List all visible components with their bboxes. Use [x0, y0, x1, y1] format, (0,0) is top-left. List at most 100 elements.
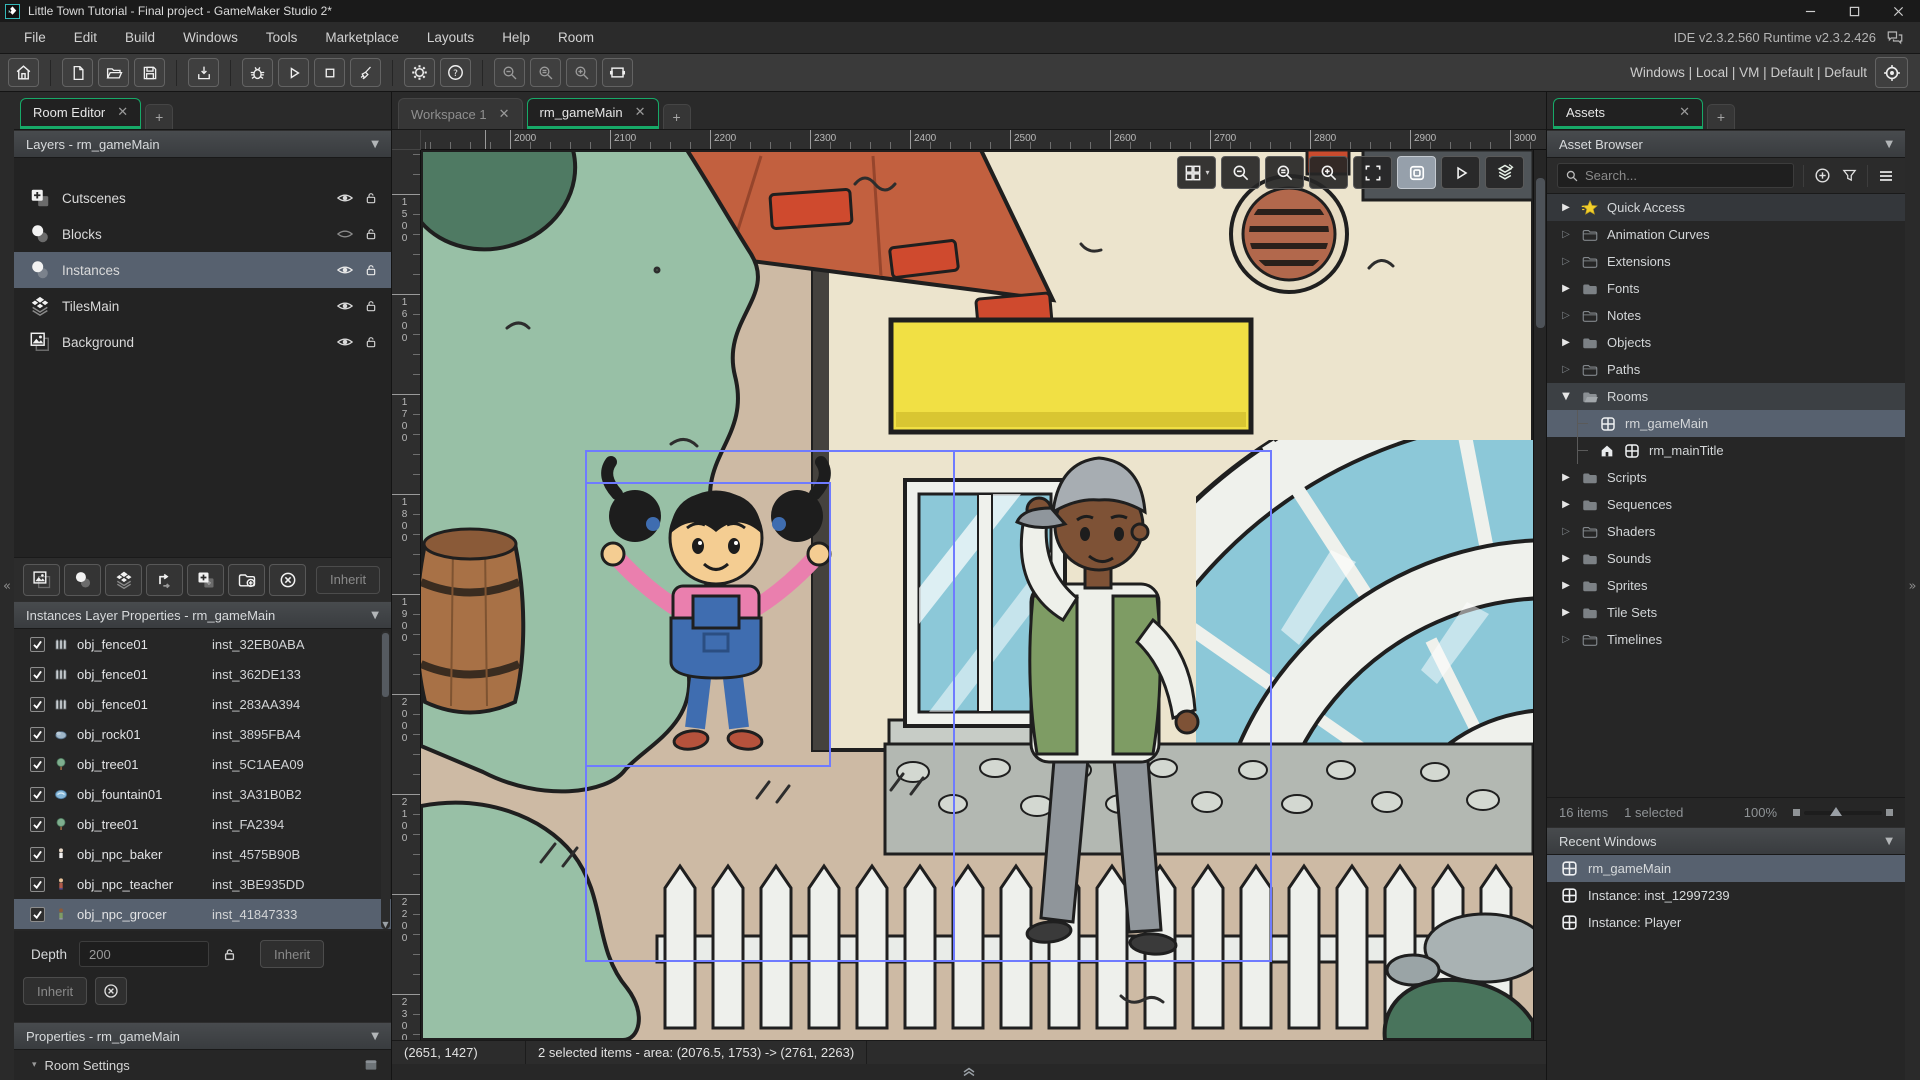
eye-icon[interactable]	[336, 333, 354, 351]
slider-track[interactable]	[1804, 806, 1882, 816]
scrollbar-down-arrow[interactable]: ▼	[381, 920, 390, 929]
menu-marketplace[interactable]: Marketplace	[311, 22, 413, 53]
run-button[interactable]	[278, 58, 309, 87]
instance-visible-checkbox[interactable]	[30, 876, 45, 892]
instance-row[interactable]: obj_fence01 inst_32EB0ABA	[14, 629, 391, 659]
close-tab-icon[interactable]: ✕	[117, 105, 128, 120]
asset-browser-header[interactable]: Asset Browser ▼	[1547, 130, 1905, 158]
expand-arrow-icon[interactable]: ▾	[32, 1060, 37, 1070]
menu-help[interactable]: Help	[488, 22, 544, 53]
bottom-panel-expander[interactable]	[392, 1064, 1546, 1080]
expand-arrow-icon[interactable]: ▶	[1559, 472, 1573, 483]
recent-windows-header[interactable]: Recent Windows ▼	[1547, 827, 1905, 855]
instance-row[interactable]: obj_tree01 inst_FA2394	[14, 809, 391, 839]
zoom-out-icon[interactable]	[494, 58, 525, 87]
layer-row-cutscenes[interactable]: Cutscenes	[14, 180, 391, 216]
menu-edit[interactable]: Edit	[60, 22, 111, 53]
maximize-button[interactable]	[1832, 0, 1876, 22]
layer-inherit-button[interactable]: Inherit	[316, 565, 381, 594]
menu-file[interactable]: File	[10, 22, 60, 53]
instance-row[interactable]: obj_fountain01 inst_3A31B0B2	[14, 779, 391, 809]
layer-row-blocks[interactable]: Blocks	[14, 216, 391, 252]
tree-item-paths[interactable]: ▷ Paths	[1547, 356, 1905, 383]
tree-item-tile-sets[interactable]: ▶ Tile Sets	[1547, 599, 1905, 626]
debug-button[interactable]	[242, 58, 273, 87]
search-box[interactable]	[1557, 163, 1794, 188]
depth-inherit-button[interactable]: Inherit	[260, 940, 325, 968]
expand-arrow-icon[interactable]: ▶	[1559, 580, 1573, 591]
search-input[interactable]	[1585, 168, 1786, 183]
minimize-button[interactable]	[1788, 0, 1832, 22]
canvas-zoom-reset-button[interactable]	[1265, 156, 1304, 189]
tile-stamp-button[interactable]	[1485, 156, 1524, 189]
tab-room-editor[interactable]: Room Editor ✕	[20, 98, 142, 129]
add-path-layer-button[interactable]	[146, 563, 183, 596]
tree-item-objects[interactable]: ▶ Objects	[1547, 329, 1905, 356]
layer-row-tilesmain[interactable]: TilesMain	[14, 288, 391, 324]
close-tab-icon[interactable]: ✕	[635, 105, 646, 120]
expand-arrow-icon[interactable]: ▷	[1559, 229, 1573, 240]
tab-assets[interactable]: Assets ✕	[1553, 98, 1703, 129]
target-icon[interactable]	[1875, 57, 1908, 88]
eye-icon[interactable]	[336, 261, 354, 279]
help-button[interactable]: ?	[440, 58, 471, 87]
asset-zoom-slider[interactable]	[1793, 806, 1893, 816]
layers-header[interactable]: Layers - rm_gameMain ▼	[14, 130, 391, 158]
instance-visible-checkbox[interactable]	[30, 636, 45, 652]
zoom-reset-icon[interactable]	[530, 58, 561, 87]
tab-rm-gamemain[interactable]: rm_gameMain ✕	[526, 98, 659, 129]
home-button[interactable]	[8, 58, 39, 87]
canvas-vertical-scrollbar[interactable]	[1533, 150, 1546, 1040]
add-tab-button[interactable]: +	[145, 104, 174, 129]
add-background-layer-button[interactable]	[23, 563, 60, 596]
instance-row-selected[interactable]: obj_npc_grocer inst_41847333	[14, 899, 391, 929]
instance-row[interactable]: obj_npc_baker inst_4575B90B	[14, 839, 391, 869]
expand-arrow-icon[interactable]: ▷	[1559, 364, 1573, 375]
collapse-arrow-icon[interactable]: ▼	[1559, 391, 1573, 402]
tree-item-sounds[interactable]: ▶ Sounds	[1547, 545, 1905, 572]
slider-max-cap[interactable]	[1886, 809, 1893, 816]
scrollbar-thumb[interactable]	[1536, 178, 1545, 328]
collapse-right-icon[interactable]: »	[1909, 579, 1917, 594]
tree-item-rooms[interactable]: ▼ Rooms	[1547, 383, 1905, 410]
room-properties-header[interactable]: Properties - rm_gameMain ▼	[14, 1022, 391, 1050]
layer-row-background[interactable]: Background	[14, 324, 391, 360]
instances-properties-header[interactable]: Instances Layer Properties - rm_gameMain…	[14, 601, 391, 629]
inherit-button[interactable]: Inherit	[23, 977, 88, 1005]
expand-arrow-icon[interactable]: ▶	[1559, 607, 1573, 618]
target-text[interactable]: Windows | Local | VM | Default | Default	[1630, 65, 1867, 80]
slider-min-cap[interactable]	[1793, 809, 1800, 816]
tree-item-shaders[interactable]: ▷ Shaders	[1547, 518, 1905, 545]
instance-visible-checkbox[interactable]	[30, 906, 45, 922]
add-tile-layer-button[interactable]	[105, 563, 142, 596]
scene-cobbles[interactable]	[883, 742, 1533, 856]
stop-button[interactable]	[314, 58, 345, 87]
new-project-button[interactable]	[62, 58, 93, 87]
selection-mode-button[interactable]	[1397, 156, 1436, 189]
tree-item-fonts[interactable]: ▶ Fonts	[1547, 275, 1905, 302]
close-tab-icon[interactable]: ✕	[1679, 105, 1690, 120]
scene-barrel[interactable]	[421, 527, 526, 715]
lock-icon[interactable]	[221, 946, 238, 963]
fit-view-button[interactable]	[1353, 156, 1392, 189]
eye-icon[interactable]	[336, 297, 354, 315]
menu-room[interactable]: Room	[544, 22, 608, 53]
instance-row[interactable]: obj_rock01 inst_3895FBA4	[14, 719, 391, 749]
tree-item-rm-gamemain[interactable]: rm_gameMain	[1547, 410, 1905, 437]
depth-input[interactable]	[79, 941, 210, 967]
left-panel-collapse-strip[interactable]: «	[0, 92, 14, 1080]
settings-gear-button[interactable]	[404, 58, 435, 87]
instance-list-scrollbar[interactable]: ▼	[381, 631, 390, 929]
instance-visible-checkbox[interactable]	[30, 786, 45, 802]
tree-item-quick-access[interactable]: ▶ Quick Access	[1547, 194, 1905, 221]
room-settings-row[interactable]: ▾ Room Settings	[14, 1050, 391, 1080]
expand-arrow-icon[interactable]: ▶	[1559, 499, 1573, 510]
chat-icon[interactable]	[1886, 30, 1904, 46]
expand-arrow-icon[interactable]: ▷	[1559, 634, 1573, 645]
grid-toggle-button[interactable]: ▾	[1177, 156, 1216, 189]
delete-layer-button[interactable]	[269, 563, 306, 596]
tree-item-extensions[interactable]: ▷ Extensions	[1547, 248, 1905, 275]
add-asset-icon[interactable]	[1813, 166, 1832, 185]
zoom-in-icon[interactable]	[566, 58, 597, 87]
tree-item-rm-maintitle[interactable]: rm_mainTitle	[1547, 437, 1905, 464]
